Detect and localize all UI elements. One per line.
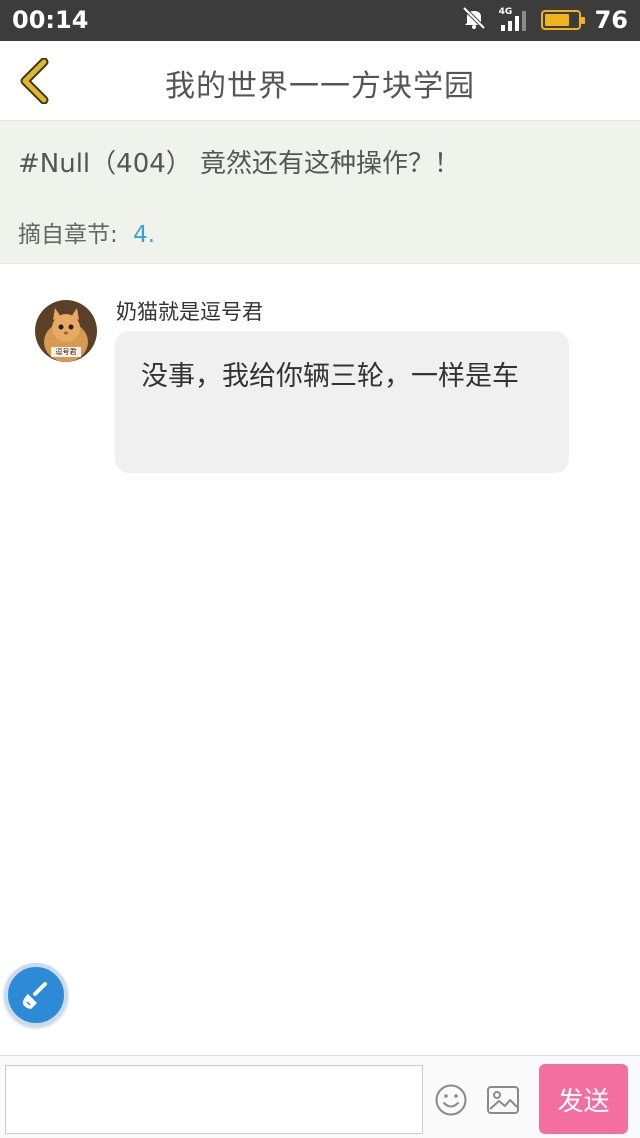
username: 奶猫就是逗号君 [116,300,263,324]
image-button[interactable] [485,1082,521,1118]
page-title: 我的世界一一方块学园 [165,69,475,104]
brush-button[interactable] [4,963,68,1027]
chapter-label: 摘自章节: [18,222,118,248]
signal-icon: 4G [497,7,531,33]
smiley-icon [435,1084,467,1116]
message-bubble: 没事，我给你辆三轮，一样是车 [115,331,569,473]
header: 我的世界一一方块学园 [0,41,640,121]
quote-text: #Null（404） 竟然还有这种操作？！ [18,149,461,179]
avatar[interactable]: 逗号君 [35,300,97,362]
battery-percent: 76 [594,6,628,34]
mute-icon [461,5,487,35]
send-button[interactable]: 发送 [539,1064,628,1134]
image-icon [487,1086,519,1114]
quote-panel: #Null（404） 竟然还有这种操作？！ 摘自章节: 4. [0,121,640,264]
status-icons: 4G 76 [461,5,628,35]
input-bar: 发送 [0,1055,640,1138]
chapter-link[interactable]: 4. [133,222,155,248]
brush-icon [22,982,47,1009]
comment-input[interactable] [5,1065,423,1134]
status-time: 00:14 [12,6,89,34]
battery-icon [540,10,585,30]
emoji-button[interactable] [433,1082,469,1118]
status-bar: 00:14 4G 76 [0,0,640,41]
battery-fill [544,14,569,26]
avatar-caption: 逗号君 [55,348,77,356]
chapter-row: 摘自章节: 4. [18,215,155,249]
